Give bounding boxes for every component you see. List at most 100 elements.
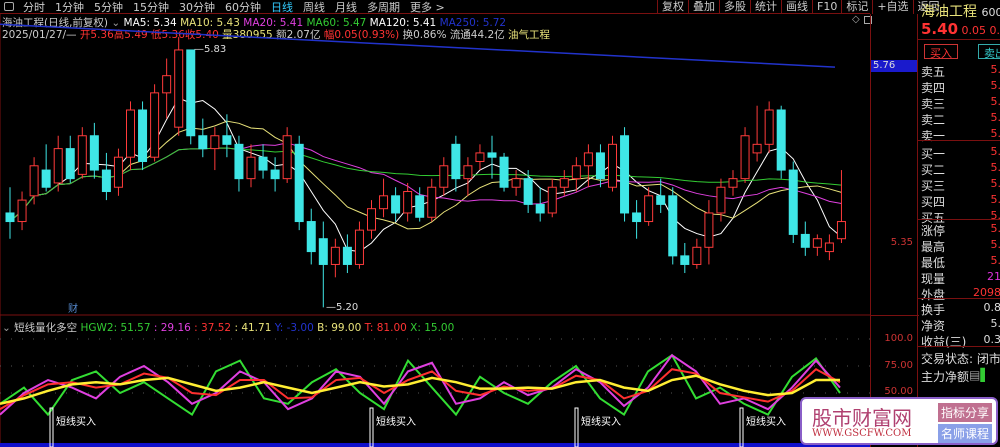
candle-body [511,178,521,188]
quote-row: 卖一 5. [921,127,1000,143]
candle-body [270,169,280,180]
price-chart[interactable]: —5.83 —5.20 财短线买入 短线买入 短线买入 短线买入 [0,0,870,447]
candle-body [306,221,316,253]
candle-body [499,156,509,188]
val1: : 29.16 [153,322,191,334]
candle-body [258,156,268,171]
t-val: T: 81.00 [364,322,407,334]
candle-body [210,135,220,150]
candle-body [571,165,581,180]
quote-row: 买二 5. [921,161,1000,177]
sell-button[interactable]: 卖出 [978,44,1000,60]
dropdown-icon[interactable]: ⌄ [2,322,11,334]
buy-signal-label: 短线买入 [376,415,416,428]
candle-body [535,203,545,214]
watermark-tag2: 名师课程 [938,424,993,443]
buy-signal-bar [574,407,579,447]
candle-body [547,186,557,214]
stock-name: 海油工程 600 [921,4,1000,20]
quote-row: 卖四 5. [921,79,1000,95]
ind-label-50: 50.00 [884,386,913,397]
quote-row: 卖三 5. [921,95,1000,111]
trade-status: 交易状态: 闭市 [921,352,1000,366]
quote-row: 卖二 5. [921,111,1000,127]
watermark: 股市财富网 WWW.GSCFW.COM 指标分享 名师课程 [800,397,998,445]
candle-body [294,143,304,223]
low-label: —5.20 [326,302,358,313]
candle-body [150,92,160,158]
candle-body [234,143,244,180]
candle-body [439,165,449,188]
candle-body [632,212,642,223]
candle-body [704,212,714,248]
candle-body [354,229,364,265]
candle-body [53,148,63,184]
candle-body [198,135,208,150]
candle-body [282,135,292,180]
x-val: X: 15.00 [410,322,455,334]
candle-body [644,195,654,223]
candle-body [246,156,256,180]
candle-body [41,169,51,188]
candle-body [463,165,473,180]
buy-signal-label: 短线买入 [581,415,621,428]
candle-body [836,221,846,240]
candle-body [101,169,111,193]
val3: : 41.71 [234,322,272,334]
candle-body [427,186,437,218]
candle-body [222,135,232,145]
price-label: 5.35 [890,237,913,248]
candle-body [728,178,738,188]
buy-button[interactable]: 买入 [924,44,958,60]
quote-row: 买一 5. [921,145,1000,161]
event-marker: 财 [68,302,78,315]
candle-body [330,246,340,265]
candle-body [812,238,822,248]
buy-signal-label: 短线买入 [746,415,786,428]
candle-body [77,135,87,175]
price-tag: 5.76 [871,60,917,72]
flow-bar-icon: ▌ [980,368,990,382]
candle-body [716,186,726,214]
quote-row: 现量 21 [921,270,1000,286]
candle-body [559,178,569,188]
osc-green-line [0,353,841,417]
quote-row: 换手 0.8 [921,301,1000,317]
hgw2: HGW2: 51.57 [80,322,151,334]
buy-signal-bar [369,407,374,447]
net-flow: 主力净额 ▤ ▌ [921,368,990,384]
candle-body [776,109,786,171]
candle-body [487,152,497,158]
quote-row: 收益(三) 0.3 [921,333,1000,349]
osc-magenta-line [0,353,841,416]
candle-body [583,152,593,167]
ma250-line [0,23,836,68]
candle-body [475,152,485,162]
candle-body [342,246,352,265]
candle-body [65,148,75,180]
quote-row: 最高 5. [921,238,1000,254]
val2: : 37.52 [194,322,232,334]
candle-body [740,135,750,180]
candle-body [668,195,678,257]
buy-signal-bar [739,407,744,447]
watermark-tag1: 指标分享 [938,403,993,422]
candle-body [113,156,123,188]
candle-body [138,109,148,162]
candle-body [89,135,99,171]
candle-body [620,135,630,214]
candle-body [788,169,798,235]
quote-row: 买三 5. [921,177,1000,193]
candle-body [367,208,376,231]
candle-body [595,152,605,180]
high-label: —5.83 [194,44,226,55]
candle-body [800,233,810,248]
indicator-name: 短线量化多空 [14,322,78,334]
candle-body [692,246,702,265]
candle-body [186,49,196,137]
quote-row: 净资 5. [921,317,1000,333]
candle-body [656,195,666,205]
toolbar-button-7[interactable]: +自选 [872,0,912,14]
candle-body [162,75,172,94]
candle-body [415,195,425,218]
